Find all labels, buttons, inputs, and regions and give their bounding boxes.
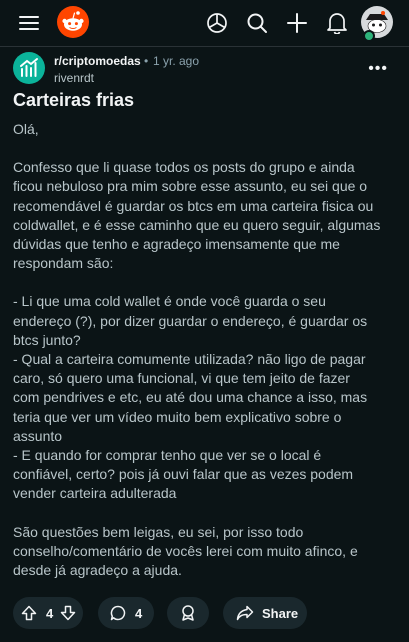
subreddit-icon[interactable] [13, 52, 45, 84]
comment-count: 4 [135, 605, 143, 621]
user-avatar[interactable] [361, 5, 393, 42]
popular-icon[interactable] [203, 9, 231, 37]
meta-separator: • [144, 54, 149, 68]
post-paragraph: Olá, [13, 120, 396, 139]
share-icon [236, 605, 254, 621]
post-body-line: - Qual a carteira comumente utilizada? n… [13, 351, 366, 368]
post-age: 1 yr. ago [153, 54, 200, 68]
post-meta: r/criptomoedas • 1 yr. ago rivenrdt ••• [13, 52, 393, 86]
post-body-line: dúvidas que tenho e agradeço imensamente… [13, 236, 340, 253]
more-options-icon[interactable]: ••• [368, 60, 388, 78]
bell-icon[interactable] [323, 9, 351, 37]
post-body-line: - E quando for comprar tenho que ver se … [13, 447, 322, 464]
online-status-dot [363, 30, 375, 42]
post-body-line: com pendrives e etc, eu até dou uma chan… [13, 389, 368, 406]
award-icon [179, 604, 197, 622]
post-body-line: teria que ver um vídeo muito bem explica… [13, 408, 342, 425]
post-paragraph: Confesso que li quase todos os posts do … [13, 158, 396, 273]
post-actions: 4 4 Share [13, 597, 396, 629]
top-bar [0, 0, 409, 47]
vote-count: 4 [46, 605, 54, 621]
post-body-line: confiável, certo? pois já ouvi falar que… [13, 466, 354, 483]
award-button[interactable] [167, 597, 209, 629]
comment-icon [110, 605, 126, 621]
post-body: Olá, Confesso que li quase todos os posts… [13, 120, 396, 599]
post-body-line: recomendável é guardar os btcs em uma ca… [13, 197, 374, 214]
reddit-logo-icon[interactable] [57, 6, 89, 38]
share-label: Share [262, 605, 299, 621]
post-body-line: btcs junto? [13, 331, 81, 348]
search-icon[interactable] [243, 9, 271, 37]
subreddit-name[interactable]: r/criptomoedas [54, 54, 141, 68]
post-author[interactable]: rivenrdt [54, 71, 94, 85]
downvote-icon[interactable] [60, 605, 76, 621]
post-body-line: endereço (?), por dizer guardar o endere… [13, 312, 368, 329]
upvote-icon[interactable] [21, 605, 37, 621]
post-paragraph: - Li que uma cold wallet é onde você gua… [13, 292, 396, 503]
post-body-line: Confesso que li quase todos os posts do … [13, 159, 355, 176]
share-button[interactable]: Share [223, 597, 307, 629]
plus-icon[interactable] [283, 9, 311, 37]
post-body-line: assunto [13, 427, 63, 444]
post-body-line: respondam são: [13, 255, 114, 272]
vote-pill: 4 [13, 597, 83, 629]
post-body-line: Olá, [13, 121, 39, 137]
post-body-line: caro, só quero uma funcional, vi que tem… [13, 370, 350, 387]
post-body-line: - Li que uma cold wallet é onde você gua… [13, 293, 326, 310]
post-body-line: São questões bem leigas, eu sei, por iss… [13, 523, 304, 540]
post-body-line: coldwallet, e é esse caminho que eu quer… [13, 216, 381, 233]
post-body-line: vender carteira adulterada [13, 485, 177, 502]
comments-button[interactable]: 4 [98, 597, 154, 629]
hamburger-menu-icon[interactable] [15, 9, 43, 37]
post-body-line: desde já agradeço a ajuda. [13, 562, 182, 579]
post-title: Carteiras frias [13, 90, 135, 110]
post-paragraph: São questões bem leigas, eu sei, por iss… [13, 523, 396, 581]
post-body-line: conselho/comentário de vocês lerei com m… [13, 542, 358, 559]
post-body-line: ficou nebuloso pra mim sobre esse assunt… [13, 178, 368, 195]
